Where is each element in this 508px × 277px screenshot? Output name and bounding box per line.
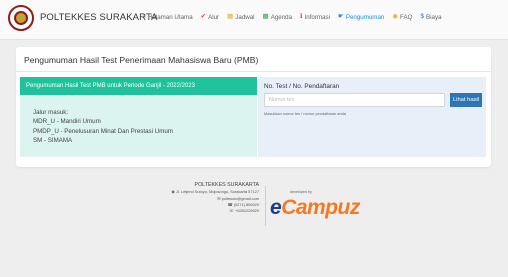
card-title: Pengumuman Hasil Test Penerimaan Mahasis… (24, 55, 259, 65)
megaphone-icon: ☛ (337, 13, 344, 21)
ecampuz-rest: Campuz (281, 196, 360, 219)
main-nav: ⌂ Halaman Utama ✔ Alur ▦ Jadwal ▩ Agenda… (142, 14, 442, 21)
footer-whatsapp[interactable]: +6281226929 (235, 208, 259, 213)
jalur-item: PMDP_U - Penelusuran Minat Dan Prestasi … (33, 127, 173, 135)
developed-by-label: developed by (290, 190, 312, 194)
jalur-item: MDR_U - Mandiri Umum (33, 118, 101, 126)
divider (16, 71, 491, 72)
search-title: No. Test / No. Pendaftaran (264, 83, 340, 90)
phone-icon: ☎ (227, 201, 233, 207)
check-icon: ✔ (200, 13, 207, 21)
footer-divider (265, 186, 266, 226)
footer-phone[interactable]: (0271) 856929 (234, 202, 259, 207)
footer-title: POLTEKKES SURAKARTA (194, 182, 259, 188)
jalur-list: Jalur masuk: MDR_U - Mandiri Umum PMDP_U… (33, 108, 173, 145)
jalur-item: SM - SIMAMA (33, 136, 73, 144)
nav-label: Agenda (270, 14, 293, 21)
whatsapp-icon: ☏ (228, 208, 234, 214)
ecampuz-e: e (270, 196, 282, 219)
help-text: Masukkan nomor tes / nomor pendaftaran a… (264, 111, 346, 116)
question-icon: ◉ (392, 13, 399, 21)
nav-label: Informasi (304, 14, 330, 21)
announcement-header: Pengumuman Hasil Test PMB untuk Periode … (20, 77, 257, 95)
nav-label: Alur (208, 14, 220, 21)
footer-contact: POLTEKKES SURAKARTA ◉ Jl. Letjend Sutoyo… (118, 182, 259, 214)
location-icon: ◉ (171, 189, 175, 195)
info-icon: ℹ (300, 13, 303, 21)
footer-email[interactable]: poltesolo@gmail.com (222, 196, 259, 201)
nav-item-biaya[interactable]: $ Biaya (420, 14, 441, 21)
nav-label: Halaman Utama (147, 14, 193, 21)
nav-label: Biaya (426, 14, 442, 21)
search-panel: No. Test / No. Pendaftaran Lihat hasil M… (258, 77, 486, 157)
email-icon: ✉ (217, 195, 221, 201)
lihat-hasil-button[interactable]: Lihat hasil (450, 93, 482, 107)
nav-label: FAQ (400, 14, 413, 21)
footer-address: Jl. Letjend Sutoyo, Mojosongo, Surakarta… (175, 189, 259, 195)
announcement-panel: Pengumuman Hasil Test PMB untuk Periode … (20, 77, 257, 157)
jalur-label: Jalur masuk: (33, 109, 69, 116)
nav-label: Jadwal (235, 14, 255, 21)
nav-item-faq[interactable]: ◉ FAQ (392, 14, 412, 21)
dollar-icon: $ (420, 13, 425, 21)
calendar-icon: ▦ (227, 13, 234, 21)
logo-icon[interactable] (8, 5, 34, 31)
test-number-input[interactable] (264, 93, 445, 107)
announcement-card: Pengumuman Hasil Test Penerimaan Mahasis… (16, 47, 491, 167)
nav-item-jadwal[interactable]: ▦ Jadwal (227, 14, 254, 21)
nav-item-halaman-utama[interactable]: ⌂ Halaman Utama (142, 14, 193, 21)
nav-label: Pengumuman (345, 14, 385, 21)
ecampuz-logo[interactable]: eCampuz (270, 196, 360, 220)
agenda-icon: ▩ (262, 13, 269, 21)
footer-whatsapp-row: ☏ +6281226929 (118, 208, 259, 214)
top-navbar: POLTEKKES SURAKARTA ⌂ Halaman Utama ✔ Al… (0, 0, 508, 40)
nav-item-pengumuman[interactable]: ☛ Pengumuman (338, 14, 384, 21)
brand-name[interactable]: POLTEKKES SURAKARTA (40, 12, 158, 23)
home-icon: ⌂ (142, 13, 146, 21)
nav-item-alur[interactable]: ✔ Alur (201, 14, 219, 21)
nav-item-agenda[interactable]: ▩ Agenda (263, 14, 293, 21)
nav-item-informasi[interactable]: ℹ Informasi (300, 14, 330, 21)
